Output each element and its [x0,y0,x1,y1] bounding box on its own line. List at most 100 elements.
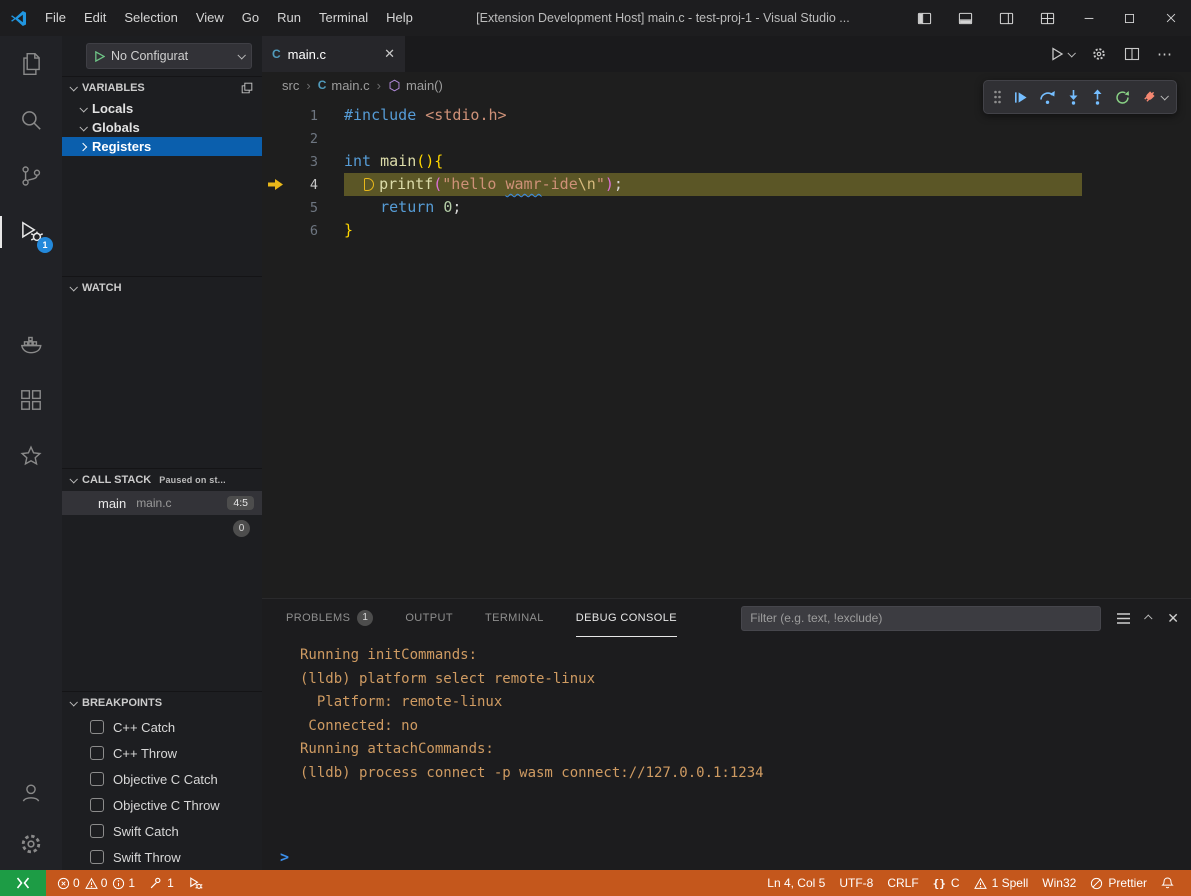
code-line-2[interactable]: 2 [262,127,1191,150]
activity-item-docker[interactable] [0,316,62,372]
tab-output[interactable]: OUTPUT [405,599,453,637]
variables-scope-globals[interactable]: Globals [62,118,262,137]
toggle-sidebar-icon[interactable] [904,0,945,36]
vscode-logo-icon [0,9,36,28]
breakpoint-cpp-throw[interactable]: C++ Throw [62,740,262,766]
variables-scope-locals[interactable]: Locals [62,99,262,118]
problems-status[interactable]: 0 0 1 [50,870,142,896]
continue-button[interactable] [1013,90,1028,105]
menu-edit[interactable]: Edit [75,0,115,36]
breadcrumb-file[interactable]: C main.c [318,78,370,93]
menu-help[interactable]: Help [377,0,422,36]
editor-group: C main.c ✕ ⋯ [262,36,1191,870]
console-filter-input[interactable] [741,606,1101,631]
tab-problems[interactable]: PROBLEMS 1 [286,599,373,637]
step-over-button[interactable] [1039,90,1056,105]
code-text[interactable]: printf("hello wamr-ide\n"); [344,173,1082,196]
customize-layout-icon[interactable] [1027,0,1068,36]
remote-indicator[interactable] [0,870,46,896]
breakpoint-objc-catch[interactable]: Objective C Catch [62,766,262,792]
menu-file[interactable]: File [36,0,75,36]
code-text[interactable]: } [344,219,353,242]
activity-item-settings[interactable] [0,818,62,870]
stack-frame-row[interactable]: main main.c 4:5 [62,491,262,515]
split-editor-icon[interactable] [1124,46,1140,62]
call-stack-section-header[interactable]: CALL STACK Paused on st... [62,469,262,491]
current-line-arrow-icon[interactable] [262,179,288,190]
checkbox[interactable] [90,798,104,812]
code-editor[interactable]: 1 #include <stdio.h> 2 3 int main(){ [262,98,1191,598]
code-line-5[interactable]: 5 return 0; [262,196,1191,219]
breakpoint-swift-catch[interactable]: Swift Catch [62,818,262,844]
debug-status-icon[interactable] [181,870,210,896]
toggle-panel-icon[interactable] [945,0,986,36]
step-into-button[interactable] [1067,89,1080,105]
disconnect-button[interactable] [1141,89,1167,105]
activity-item-extensions[interactable] [0,372,62,428]
cursor-position[interactable]: Ln 4, Col 5 [760,870,832,896]
close-window-button[interactable] [1150,0,1191,36]
activity-item-run-and-debug[interactable]: 1 [0,204,62,260]
activity-item-search[interactable] [0,92,62,148]
breadcrumb-folder[interactable]: src [282,78,299,93]
code-line-3[interactable]: 3 int main(){ [262,150,1191,173]
step-out-button[interactable] [1091,89,1104,105]
more-actions-icon[interactable]: ⋯ [1157,45,1173,63]
maximize-button[interactable] [1109,0,1150,36]
formatter-status[interactable]: Prettier [1083,870,1154,896]
panel-menu-icon[interactable] [1116,612,1131,625]
breakpoint-swift-throw[interactable]: Swift Throw [62,844,262,870]
console-line: Running attachCommands: [300,738,1191,762]
minimize-button[interactable] [1068,0,1109,36]
activity-item-source-control[interactable] [0,148,62,204]
menu-run[interactable]: Run [268,0,310,36]
drag-handle-icon[interactable] [993,89,1002,105]
variables-section-header[interactable]: VARIABLES [62,77,262,99]
spell-checker-status[interactable]: 1 Spell [967,870,1036,896]
checkbox[interactable] [90,720,104,734]
close-tab-icon[interactable]: ✕ [384,46,395,62]
checkbox[interactable] [90,824,104,838]
tab-main-c[interactable]: C main.c ✕ [262,36,405,72]
code-line-6[interactable]: 6 } [262,219,1191,242]
language-mode[interactable]: {} C [926,870,967,896]
code-text[interactable]: #include <stdio.h> [344,104,507,127]
activity-item-star[interactable] [0,428,62,484]
settings-gear-icon[interactable] [1091,46,1107,62]
breadcrumb-symbol[interactable]: main() [388,78,443,93]
variables-scope-registers[interactable]: Registers [62,137,262,156]
checkbox[interactable] [90,772,104,786]
tab-debug-console[interactable]: DEBUG CONSOLE [576,599,677,637]
menu-terminal[interactable]: Terminal [310,0,377,36]
debug-config-dropdown[interactable]: No Configurat [86,43,252,69]
toggle-secondary-sidebar-icon[interactable] [986,0,1027,36]
breakpoints-section-header[interactable]: BREAKPOINTS [62,692,262,714]
watch-section-header[interactable]: WATCH [62,277,262,299]
encoding[interactable]: UTF-8 [832,870,880,896]
activity-item-explorer[interactable] [0,36,62,92]
menu-view[interactable]: View [187,0,233,36]
files-icon [18,51,44,77]
close-panel-icon[interactable]: ✕ [1167,610,1179,627]
breakpoint-cpp-catch[interactable]: C++ Catch [62,714,262,740]
activity-item-remote-explorer[interactable] [0,260,62,316]
toolchain-status[interactable]: 1 [142,870,181,896]
checkbox[interactable] [90,746,104,760]
tab-terminal[interactable]: TERMINAL [485,599,544,637]
notifications-bell[interactable] [1154,870,1181,896]
breakpoint-objc-throw[interactable]: Objective C Throw [62,792,262,818]
code-text[interactable]: return 0; [344,196,461,219]
section-action-icon[interactable] [240,81,254,95]
console-input[interactable]: > [262,844,1191,870]
code-line-4-current[interactable]: 4 printf("hello wamr-ide\n"); [262,173,1191,196]
checkbox[interactable] [90,850,104,864]
menu-go[interactable]: Go [233,0,268,36]
menu-selection[interactable]: Selection [115,0,186,36]
restart-button[interactable] [1115,90,1130,105]
platform-status[interactable]: Win32 [1035,870,1083,896]
eol-indicator[interactable]: CRLF [880,870,925,896]
code-text[interactable]: int main(){ [344,150,443,173]
activity-item-accounts[interactable] [0,766,62,818]
run-or-debug-button[interactable] [1049,46,1074,62]
maximize-panel-icon[interactable] [1144,614,1152,622]
